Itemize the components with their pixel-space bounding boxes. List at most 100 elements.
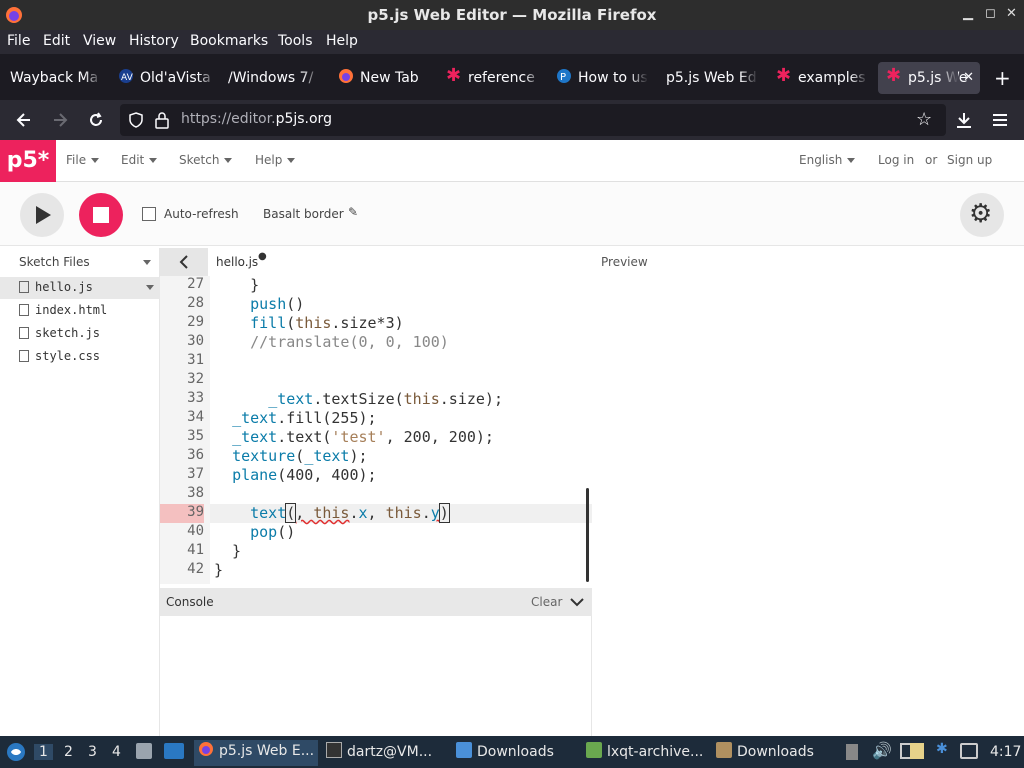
file-item-sketch-js[interactable]: sketch.js xyxy=(0,323,160,345)
code-line[interactable]: } xyxy=(214,561,223,580)
tab-wayback[interactable]: Wayback Ma xyxy=(10,62,102,94)
line-number: 37 xyxy=(187,466,204,482)
unsaved-dot-icon: ● xyxy=(258,251,267,262)
workspace-1[interactable]: 1 xyxy=(34,744,53,760)
tab-newtab[interactable]: New Tab xyxy=(338,62,438,94)
menu-bookmarks[interactable]: Bookmarks xyxy=(190,33,268,49)
close-tab-icon[interactable]: ✕ xyxy=(963,62,974,94)
code-line[interactable]: _text.text('test', 200, 200); xyxy=(214,428,494,447)
url-bar[interactable]: https://editor.p5js.org ☆ xyxy=(120,104,946,136)
sketch-files-sidebar: Sketch Files hello.js index.html sketch.… xyxy=(0,248,160,736)
svg-text:P: P xyxy=(560,72,566,83)
stop-button[interactable] xyxy=(79,193,123,237)
chevron-down-icon[interactable] xyxy=(146,285,154,290)
shield-icon[interactable] xyxy=(128,112,144,128)
code-line[interactable]: plane(400, 400); xyxy=(214,466,377,485)
menu-view[interactable]: View xyxy=(83,33,116,49)
file-item-hello-js[interactable]: hello.js xyxy=(0,277,160,299)
task-downloads-2[interactable]: Downloads xyxy=(716,742,814,760)
autorefresh-checkbox[interactable] xyxy=(142,207,156,221)
line-number-gutter: 27 28 29 30 31 32 33 34 35 36 37 38 39 4… xyxy=(160,276,210,584)
collapse-sidebar-button[interactable] xyxy=(160,248,208,276)
file-manager-launcher-icon[interactable] xyxy=(136,743,152,759)
p5-logo[interactable]: p5* xyxy=(0,140,56,182)
code-text-area[interactable]: } push() fill(this.size*3) //translate(0… xyxy=(210,276,592,584)
workspace-2[interactable]: 2 xyxy=(64,744,73,760)
tab-howto[interactable]: P How to us xyxy=(556,62,648,94)
play-button[interactable] xyxy=(20,193,64,237)
display-icon[interactable] xyxy=(960,743,978,759)
folder-icon xyxy=(456,742,472,758)
task-terminal[interactable]: dartz@VM... xyxy=(326,742,432,760)
url-text[interactable]: https://editor.p5js.org xyxy=(181,111,332,127)
tab-oldavista[interactable]: AV Old'aVista xyxy=(118,62,216,94)
menu-tools[interactable]: Tools xyxy=(278,33,313,49)
autorefresh-label: Auto-refresh xyxy=(164,207,239,221)
task-firefox[interactable]: p5.js Web E... xyxy=(194,740,318,766)
menu-file[interactable]: File xyxy=(7,33,30,49)
tab-examples[interactable]: ✱ examples xyxy=(776,62,868,94)
tab-windows7[interactable]: /Windows 7/ xyxy=(228,62,320,94)
hamburger-menu-icon[interactable] xyxy=(990,110,1010,130)
workspace-4[interactable]: 4 xyxy=(112,744,121,760)
preview-label: Preview xyxy=(601,255,648,269)
notes-icon[interactable] xyxy=(910,743,924,759)
task-lxqt-archiver[interactable]: lxqt-archive... xyxy=(586,742,703,760)
menu-help[interactable]: Help xyxy=(326,33,358,49)
pencil-icon[interactable]: ✎ xyxy=(348,205,358,219)
tab-p5-editor[interactable]: p5.js Web Ed xyxy=(666,62,758,94)
language-selector[interactable]: English xyxy=(799,153,856,167)
code-line[interactable]: } xyxy=(214,542,241,561)
volume-icon[interactable]: 🔊 xyxy=(872,741,892,760)
chevron-down-icon[interactable] xyxy=(143,260,151,265)
close-icon[interactable]: ✕ xyxy=(1006,6,1017,21)
desktop-launcher-icon[interactable] xyxy=(164,743,184,759)
maximize-icon[interactable]: ◻ xyxy=(985,6,996,21)
sketch-name[interactable]: Basalt border xyxy=(263,207,344,221)
file-item-style-css[interactable]: style.css xyxy=(0,346,160,368)
menu-history[interactable]: History xyxy=(129,33,179,49)
code-line[interactable]: texture(_text); xyxy=(214,447,367,466)
p5-menu-sketch[interactable]: Sketch xyxy=(179,153,233,167)
task-downloads-1[interactable]: Downloads xyxy=(456,742,554,760)
workspace-3[interactable]: 3 xyxy=(88,744,97,760)
code-line[interactable]: } xyxy=(214,276,259,295)
bluetooth-icon[interactable]: ✱ xyxy=(936,741,948,757)
p5-menu-edit[interactable]: Edit xyxy=(121,153,158,167)
chevron-down-icon[interactable] xyxy=(570,596,584,608)
tab-p5-active[interactable]: ✱ p5.js We ✕ xyxy=(878,62,980,94)
code-editor: hello.js ● 27 28 29 30 31 32 33 34 35 36… xyxy=(160,248,592,588)
console-panel: Console Clear xyxy=(160,588,592,736)
chevron-down-icon xyxy=(847,158,856,163)
editor-scrollbar[interactable] xyxy=(586,488,589,582)
console-clear-button[interactable]: Clear xyxy=(531,595,562,609)
p5-menu-file[interactable]: File xyxy=(66,153,100,167)
code-line[interactable]: push() xyxy=(214,295,304,314)
minimize-icon[interactable]: ▁ xyxy=(963,6,973,21)
login-link[interactable]: Log in xyxy=(878,153,914,167)
p5-menu-help[interactable]: Help xyxy=(255,153,296,167)
back-arrow-icon[interactable] xyxy=(14,110,34,130)
reload-icon[interactable] xyxy=(86,110,106,130)
bookmark-star-icon[interactable]: ☆ xyxy=(916,109,932,130)
tab-reference[interactable]: ✱ reference xyxy=(446,62,542,94)
clipboard-tray-icon[interactable] xyxy=(846,744,858,760)
menu-edit[interactable]: Edit xyxy=(43,33,70,49)
code-line[interactable]: pop() xyxy=(214,523,295,542)
signup-link[interactable]: Sign up xyxy=(947,153,992,167)
code-line[interactable]: //translate(0, 0, 100) xyxy=(214,333,449,352)
code-line[interactable]: _text.fill(255); xyxy=(214,409,377,428)
start-menu-icon[interactable] xyxy=(6,742,26,762)
file-icon xyxy=(19,304,29,316)
downloads-icon[interactable] xyxy=(954,110,974,130)
code-line-active[interactable]: text(, this.x, this.y) xyxy=(214,503,450,523)
forward-arrow-icon[interactable] xyxy=(50,110,70,130)
code-line[interactable]: fill(this.size*3) xyxy=(214,314,404,333)
console-title: Console xyxy=(166,595,214,609)
file-item-index-html[interactable]: index.html xyxy=(0,300,160,322)
settings-button[interactable]: ⚙ xyxy=(960,193,1004,237)
new-tab-icon[interactable]: + xyxy=(994,66,1011,90)
lock-icon[interactable] xyxy=(154,111,170,129)
code-line[interactable]: _text.textSize(this.size); xyxy=(214,390,503,409)
file-icon xyxy=(19,327,29,339)
